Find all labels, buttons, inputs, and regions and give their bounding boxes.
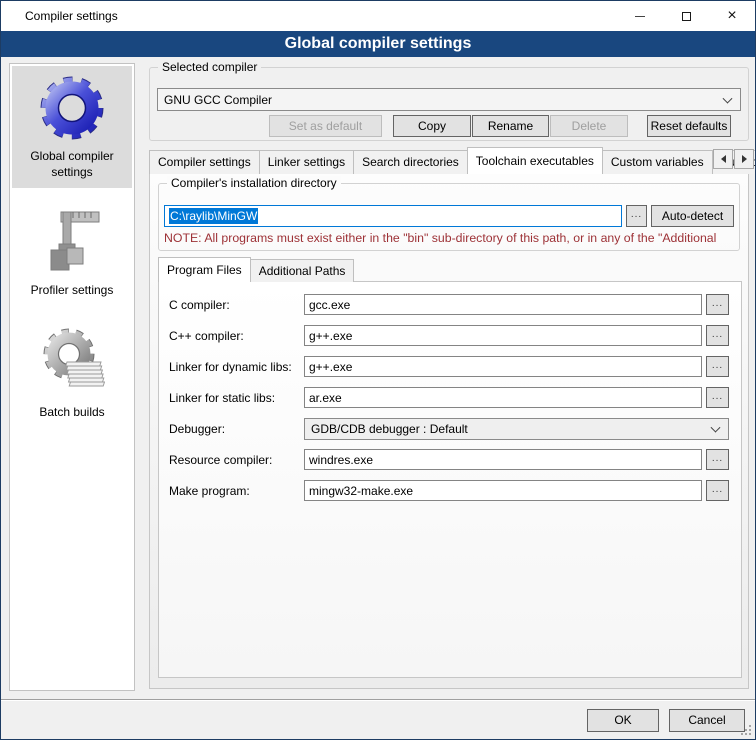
debugger-value: GDB/CDB debugger : Default (311, 422, 468, 436)
tab-scroll-left-button[interactable] (713, 149, 733, 169)
c-compiler-browse-button[interactable]: ... (706, 294, 729, 315)
installation-directory-browse-button[interactable]: ... (626, 205, 647, 227)
sidebar-item-label: Global compiler settings (12, 148, 132, 180)
sidebar-item-label: Batch builds (12, 404, 132, 420)
field-label-debugger: Debugger: (169, 422, 225, 436)
tab-search-directories[interactable]: Search directories (353, 150, 468, 174)
linker-dynamic-browse-button[interactable]: ... (706, 356, 729, 377)
window-controls: × (617, 1, 755, 31)
linker-static-input[interactable] (304, 387, 702, 408)
compiler-settings-tabs: Compiler settings Linker settings Search… (149, 147, 756, 174)
field-label-cpp-compiler: C++ compiler: (169, 329, 244, 343)
page-title: Global compiler settings (1, 31, 755, 57)
rename-button[interactable]: Rename (472, 115, 549, 137)
installation-directory-note: NOTE: All programs must exist either in … (164, 231, 736, 245)
sidebar-item-batch-builds[interactable]: Batch builds (12, 316, 132, 418)
tab-linker-settings[interactable]: Linker settings (259, 150, 354, 174)
settings-category-sidebar: Global compiler settings Profiler settin… (9, 63, 135, 691)
field-label-make-program: Make program: (169, 484, 250, 498)
arrow-left-icon (717, 155, 726, 163)
tab-custom-variables[interactable]: Custom variables (602, 150, 713, 174)
resource-compiler-input[interactable] (304, 449, 702, 470)
tab-scroll-right-button[interactable] (734, 149, 754, 169)
program-files-panel: C compiler: ... C++ compiler: ... Linker… (158, 281, 742, 678)
sidebar-item-profiler-settings[interactable]: Profiler settings (12, 198, 132, 298)
field-label-linker-static: Linker for static libs: (169, 391, 275, 405)
caliper-icon (39, 206, 105, 278)
cpp-compiler-input[interactable] (304, 325, 702, 346)
linker-dynamic-input[interactable] (304, 356, 702, 377)
minimize-icon (635, 16, 645, 17)
maximize-button[interactable] (663, 1, 709, 31)
minimize-button[interactable] (617, 1, 663, 31)
window-title: Compiler settings (25, 1, 118, 31)
field-label-linker-dynamic: Linker for dynamic libs: (169, 360, 292, 374)
cpp-compiler-browse-button[interactable]: ... (706, 325, 729, 346)
title-bar[interactable]: Compiler settings × (1, 1, 755, 31)
program-files-tabs: Program Files Additional Paths (158, 257, 353, 282)
gear-stack-icon (39, 324, 105, 400)
chevron-down-icon (723, 93, 733, 103)
reset-defaults-button[interactable]: Reset defaults (647, 115, 731, 137)
subtab-additional-paths[interactable]: Additional Paths (250, 259, 355, 282)
blue-gear-icon (39, 74, 105, 144)
installation-directory-group-label: Compiler's installation directory (167, 176, 341, 190)
selected-compiler-dropdown[interactable]: GNU GCC Compiler (157, 88, 741, 111)
installation-directory-value: C:\raylib\MinGW (169, 208, 258, 224)
close-button[interactable]: × (709, 1, 755, 31)
cancel-button[interactable]: Cancel (669, 709, 745, 732)
resize-grip[interactable] (749, 733, 751, 735)
footer-divider (1, 699, 755, 701)
subtab-program-files[interactable]: Program Files (158, 257, 251, 282)
chevron-down-icon (711, 423, 721, 433)
sidebar-item-label: Profiler settings (12, 282, 132, 298)
delete-button[interactable]: Delete (550, 115, 628, 137)
resource-compiler-browse-button[interactable]: ... (706, 449, 729, 470)
selected-compiler-group-label: Selected compiler (158, 60, 261, 74)
selected-compiler-value: GNU GCC Compiler (164, 93, 272, 107)
c-compiler-input[interactable] (304, 294, 702, 315)
installation-directory-input[interactable]: C:\raylib\MinGW (164, 205, 622, 227)
arrow-right-icon (742, 155, 751, 163)
maximize-icon (682, 12, 691, 21)
copy-button[interactable]: Copy (393, 115, 471, 137)
linker-static-browse-button[interactable]: ... (706, 387, 729, 408)
close-icon: × (727, 8, 736, 24)
ok-button[interactable]: OK (587, 709, 659, 732)
compiler-settings-dialog: Compiler settings × Global compiler sett… (0, 0, 756, 740)
field-label-c-compiler: C compiler: (169, 298, 230, 312)
sidebar-item-global-compiler-settings[interactable]: Global compiler settings (12, 66, 132, 188)
field-label-resource-compiler: Resource compiler: (169, 453, 272, 467)
tab-toolchain-executables[interactable]: Toolchain executables (467, 147, 603, 174)
debugger-dropdown[interactable]: GDB/CDB debugger : Default (304, 418, 729, 440)
make-program-input[interactable] (304, 480, 702, 501)
auto-detect-button[interactable]: Auto-detect (651, 205, 734, 227)
set-as-default-button[interactable]: Set as default (269, 115, 382, 137)
make-program-browse-button[interactable]: ... (706, 480, 729, 501)
tab-compiler-settings[interactable]: Compiler settings (149, 150, 260, 174)
